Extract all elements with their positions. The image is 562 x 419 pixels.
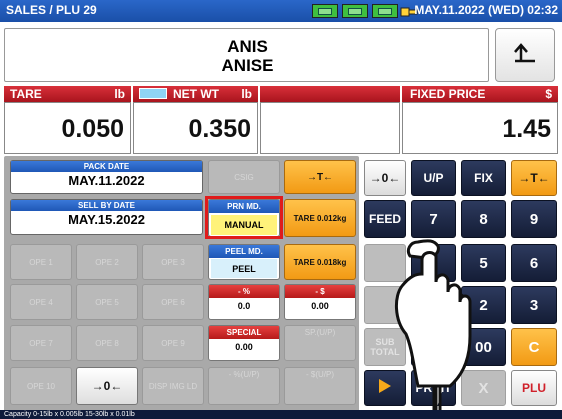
ope-4-button[interactable]: OPE 4 bbox=[10, 284, 72, 320]
status-bar: SALES / PLU 29 MAY.11.2022 (WED) 02:32 bbox=[0, 0, 562, 22]
display-icon bbox=[342, 4, 368, 18]
capacity-bar: Capacity 0-15lb x 0.005lb 15-30lb x 0.01… bbox=[0, 410, 562, 419]
fixed-price-header: FIXED PRICE $ bbox=[402, 86, 558, 102]
tare-preset-2-button[interactable]: TARE 0.018kg bbox=[284, 244, 356, 280]
peel-mode-button[interactable]: PEEL MD. PEEL bbox=[208, 244, 280, 280]
peel-mode-label: PEEL MD. bbox=[209, 245, 279, 258]
dollar-up-button[interactable]: - $(U/P) bbox=[284, 367, 356, 405]
pack-date-button[interactable]: PACK DATE MAY.11.2022 bbox=[10, 160, 203, 194]
plu-key[interactable]: PLU bbox=[511, 370, 557, 406]
return-button[interactable] bbox=[495, 28, 555, 82]
peel-mode-value: PEEL bbox=[211, 259, 277, 278]
tare-unit: lb bbox=[114, 87, 125, 101]
key-7[interactable]: 7 bbox=[411, 200, 456, 238]
net-weight-label: NET WT bbox=[173, 87, 219, 101]
ope-2-button[interactable]: OPE 2 bbox=[76, 244, 138, 280]
special-price-value: 0.00 bbox=[235, 342, 253, 352]
ope-3-button[interactable]: OPE 3 bbox=[142, 244, 204, 280]
special-price-label: SPECIAL bbox=[209, 326, 279, 339]
tare-value-box: 0.050 bbox=[4, 102, 131, 154]
clear-key[interactable]: C bbox=[511, 328, 557, 366]
stable-indicator bbox=[139, 88, 167, 99]
item-name-display: ANIS ANISE bbox=[4, 28, 489, 82]
fixed-price-value-box: 1.45 bbox=[402, 102, 558, 154]
print-mode-highlight bbox=[205, 196, 283, 239]
ope-6-button[interactable]: OPE 6 bbox=[142, 284, 204, 320]
tare-key[interactable]: →T← bbox=[511, 160, 557, 196]
zero-key-left[interactable]: →0← bbox=[76, 367, 138, 405]
key-6[interactable]: 6 bbox=[511, 244, 557, 282]
pack-date-value: MAY.11.2022 bbox=[68, 173, 145, 188]
pack-date-label: PACK DATE bbox=[11, 161, 202, 172]
fixed-price-label: FIXED PRICE bbox=[410, 87, 486, 101]
fixed-price-unit: $ bbox=[545, 87, 552, 101]
percent-discount-value: 0.0 bbox=[237, 301, 251, 311]
ope-7-button[interactable]: OPE 7 bbox=[10, 325, 72, 361]
net-weight-value-box: 0.350 bbox=[133, 102, 258, 154]
percent-discount-label: - % bbox=[209, 285, 279, 298]
display-icon bbox=[312, 4, 338, 18]
display-icon bbox=[372, 4, 398, 18]
unit-price-key[interactable]: U/P bbox=[411, 160, 456, 196]
sell-by-date-label: SELL BY DATE bbox=[11, 200, 202, 211]
dollar-discount-button[interactable]: - $ 0.00 bbox=[284, 284, 356, 320]
csig-button[interactable]: CSIG bbox=[208, 160, 280, 194]
ope-8-button[interactable]: OPE 8 bbox=[76, 325, 138, 361]
ope-5-button[interactable]: OPE 5 bbox=[76, 284, 138, 320]
feed-key[interactable]: FEED bbox=[364, 200, 406, 238]
ope-9-button[interactable]: OPE 9 bbox=[142, 325, 204, 361]
dollar-discount-label: - $ bbox=[285, 285, 355, 298]
percent-up-button[interactable]: - %(U/P) bbox=[208, 367, 280, 405]
date-time: MAY.11.2022 (WED) 02:32 bbox=[414, 3, 558, 17]
screen-title: SALES / PLU 29 bbox=[6, 3, 97, 17]
key-8[interactable]: 8 bbox=[461, 200, 506, 238]
hand-pointer-icon bbox=[382, 236, 477, 410]
blank-header bbox=[260, 86, 400, 102]
tare-label: TARE bbox=[10, 87, 42, 101]
key-9[interactable]: 9 bbox=[511, 200, 557, 238]
percent-discount-button[interactable]: - % 0.0 bbox=[208, 284, 280, 320]
sp-up-button[interactable]: SP.(U/P) bbox=[284, 325, 356, 361]
dollar-discount-value: 0.00 bbox=[311, 301, 329, 311]
item-name-line2: ANISE bbox=[221, 56, 274, 75]
tare-value: 0.050 bbox=[61, 115, 124, 143]
sell-by-date-value: MAY.15.2022 bbox=[68, 212, 145, 227]
ope-1-button[interactable]: OPE 1 bbox=[10, 244, 72, 280]
special-price-button[interactable]: SPECIAL 0.00 bbox=[208, 325, 280, 361]
zero-key[interactable]: →0← bbox=[364, 160, 406, 196]
return-arrow-icon bbox=[511, 41, 539, 70]
tare-key-left[interactable]: →T← bbox=[284, 160, 356, 194]
key-3[interactable]: 3 bbox=[511, 286, 557, 324]
tare-preset-1-button[interactable]: TARE 0.012kg bbox=[284, 199, 356, 237]
sell-by-date-button[interactable]: SELL BY DATE MAY.15.2022 bbox=[10, 199, 203, 235]
item-name-line1: ANIS bbox=[227, 37, 268, 56]
blank-value-box bbox=[260, 102, 400, 154]
ope-10-button[interactable]: OPE 10 bbox=[10, 367, 72, 405]
fix-key[interactable]: FIX bbox=[461, 160, 506, 196]
disp-img-ld-button[interactable]: DISP IMG LD bbox=[142, 367, 204, 405]
net-weight-unit: lb bbox=[241, 87, 252, 101]
net-weight-header: NET WT lb bbox=[133, 86, 258, 102]
net-weight-value: 0.350 bbox=[188, 115, 251, 143]
tare-header: TARE lb bbox=[4, 86, 131, 102]
fixed-price-value: 1.45 bbox=[502, 115, 551, 143]
